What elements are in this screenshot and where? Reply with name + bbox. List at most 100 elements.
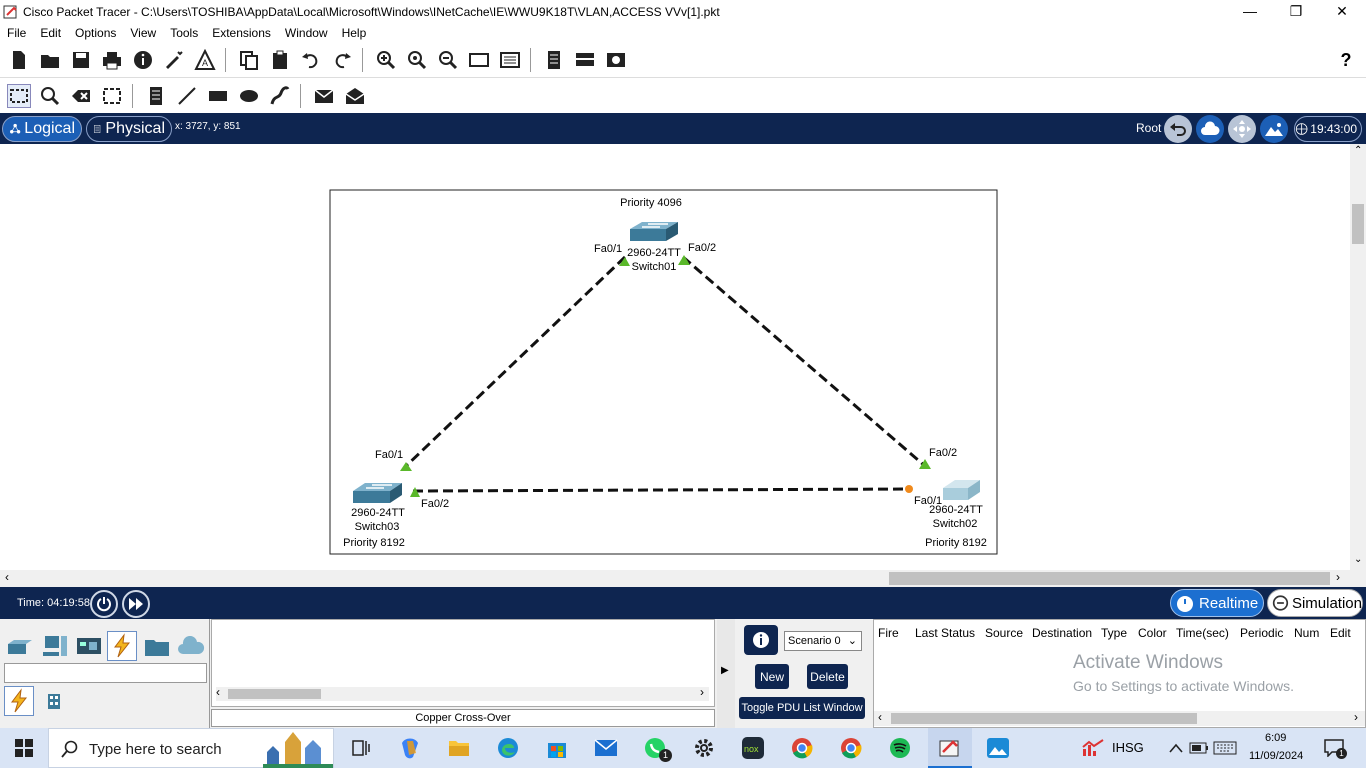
- power-cycle-icon[interactable]: [90, 590, 118, 618]
- menu-help[interactable]: Help: [335, 26, 374, 40]
- restore-button[interactable]: ❐: [1273, 0, 1319, 23]
- delete-icon[interactable]: [69, 84, 93, 108]
- chevron-up-icon[interactable]: [1164, 736, 1188, 760]
- packet-tracer-taskbar-button[interactable]: [928, 728, 972, 768]
- new-scenario-button[interactable]: New: [755, 664, 789, 689]
- scroll-left-icon[interactable]: ‹: [5, 570, 9, 584]
- info-icon[interactable]: [131, 48, 155, 72]
- close-button[interactable]: ✕: [1319, 0, 1365, 23]
- resize-shape-icon[interactable]: [100, 84, 124, 108]
- miscellaneous-icon[interactable]: [142, 631, 172, 661]
- scroll-right-icon[interactable]: ›: [1354, 710, 1358, 724]
- move-viewport-icon[interactable]: [1228, 115, 1256, 143]
- col-last-status[interactable]: Last Status: [915, 626, 975, 640]
- device-search-field[interactable]: [4, 663, 207, 683]
- switch01-icon[interactable]: [630, 222, 678, 241]
- tab-logical[interactable]: Logical: [2, 116, 82, 142]
- components-icon[interactable]: [74, 631, 104, 661]
- windows-start-icon[interactable]: [12, 736, 36, 760]
- taskbar-clock-time[interactable]: 6:09: [1265, 732, 1286, 744]
- col-destination[interactable]: Destination: [1032, 626, 1092, 640]
- save-icon[interactable]: [69, 48, 93, 72]
- menu-window[interactable]: Window: [278, 26, 335, 40]
- connection-list-scrollbar[interactable]: ‹ ›: [216, 685, 709, 701]
- scroll-left-icon[interactable]: ‹: [878, 710, 882, 724]
- pdu-table-scrollbar[interactable]: ‹ ›: [874, 710, 1365, 726]
- add-simple-pdu-icon[interactable]: [312, 84, 336, 108]
- place-note-icon[interactable]: [144, 84, 168, 108]
- zoom-in-icon[interactable]: [374, 48, 398, 72]
- panel-collapse-handle[interactable]: ▶: [717, 619, 735, 728]
- tray-ihsg-label[interactable]: IHSG: [1112, 740, 1144, 755]
- inspect-icon[interactable]: [38, 84, 62, 108]
- network-info-icon[interactable]: A: [193, 48, 217, 72]
- paste-icon[interactable]: [268, 48, 292, 72]
- stock-chart-icon[interactable]: [1081, 736, 1105, 760]
- image-icon[interactable]: [604, 48, 628, 72]
- simulation-mode-button[interactable]: Simulation: [1267, 589, 1363, 617]
- help-icon[interactable]: ?: [1334, 48, 1358, 72]
- landscape-background-icon[interactable]: [1260, 115, 1288, 143]
- scroll-up-icon[interactable]: ⌃: [1354, 145, 1362, 156]
- multiuser-cloud-icon[interactable]: [176, 631, 206, 661]
- print-icon[interactable]: [100, 48, 124, 72]
- undo-icon[interactable]: [299, 48, 323, 72]
- col-fire[interactable]: Fire: [878, 626, 899, 640]
- spotify-icon[interactable]: [888, 736, 912, 760]
- microsoft-store-icon[interactable]: [545, 736, 569, 760]
- menu-edit[interactable]: Edit: [33, 26, 68, 40]
- realtime-mode-button[interactable]: Realtime: [1170, 589, 1264, 617]
- draw-rectangle-icon[interactable]: [206, 84, 230, 108]
- draw-line-icon[interactable]: [175, 84, 199, 108]
- custom-devices-icon[interactable]: [498, 48, 522, 72]
- copy-icon[interactable]: [237, 48, 261, 72]
- nox-player-icon[interactable]: nox: [741, 736, 765, 760]
- open-folder-icon[interactable]: [38, 48, 62, 72]
- zoom-reset-icon[interactable]: [405, 48, 429, 72]
- activity-wizard-icon[interactable]: [162, 48, 186, 72]
- fast-forward-icon[interactable]: [122, 590, 150, 618]
- draw-ellipse-icon[interactable]: [237, 84, 261, 108]
- vertical-scroll-thumb[interactable]: [1352, 204, 1364, 244]
- back-arrow-icon[interactable]: [1164, 115, 1192, 143]
- horizontal-scroll-thumb[interactable]: [889, 572, 1330, 585]
- menu-view[interactable]: View: [123, 26, 163, 40]
- root-label[interactable]: Root: [1136, 121, 1161, 135]
- scroll-down-icon[interactable]: ⌄: [1354, 554, 1362, 565]
- end-devices-icon[interactable]: [40, 631, 70, 661]
- taskbar-clock-date[interactable]: 11/09/2024: [1249, 750, 1303, 762]
- keyboard-icon[interactable]: [1213, 736, 1237, 760]
- select-icon[interactable]: [7, 83, 31, 108]
- menu-tools[interactable]: Tools: [163, 26, 205, 40]
- photos-icon[interactable]: [986, 736, 1010, 760]
- connection-scroll-thumb[interactable]: [228, 689, 321, 699]
- network-devices-icon[interactable]: [5, 631, 35, 661]
- menu-options[interactable]: Options: [68, 26, 123, 40]
- scenario-select[interactable]: Scenario 0 ⌄: [784, 631, 862, 651]
- connections-category-icon[interactable]: [107, 631, 137, 661]
- col-type[interactable]: Type: [1101, 626, 1127, 640]
- battery-icon[interactable]: [1187, 736, 1211, 760]
- cloud-icon[interactable]: [1196, 115, 1224, 143]
- chrome-icon[interactable]: [790, 736, 814, 760]
- col-num[interactable]: Num: [1294, 626, 1319, 640]
- pdu-info-icon[interactable]: [744, 625, 778, 655]
- drawing-palette-icon[interactable]: [467, 48, 491, 72]
- col-edit[interactable]: Edit: [1330, 626, 1351, 640]
- toggle-pdu-list-button[interactable]: Toggle PDU List Window: [739, 697, 865, 719]
- task-view-icon[interactable]: [349, 736, 373, 760]
- mail-icon[interactable]: [594, 736, 618, 760]
- redo-icon[interactable]: [330, 48, 354, 72]
- freeform-icon[interactable]: [268, 84, 292, 108]
- building-icon[interactable]: [44, 691, 64, 711]
- scroll-left-icon[interactable]: ‹: [216, 685, 220, 699]
- col-time[interactable]: Time(sec): [1176, 626, 1229, 640]
- col-source[interactable]: Source: [985, 626, 1023, 640]
- vertical-scrollbar[interactable]: ⌃ ⌄: [1350, 144, 1366, 570]
- add-complex-pdu-icon[interactable]: [343, 84, 367, 108]
- delete-scenario-button[interactable]: Delete: [807, 664, 848, 689]
- new-file-icon[interactable]: [7, 48, 31, 72]
- scroll-right-icon[interactable]: ›: [700, 685, 704, 699]
- tab-physical[interactable]: Physical: [86, 116, 172, 142]
- copilot-icon[interactable]: [398, 736, 422, 760]
